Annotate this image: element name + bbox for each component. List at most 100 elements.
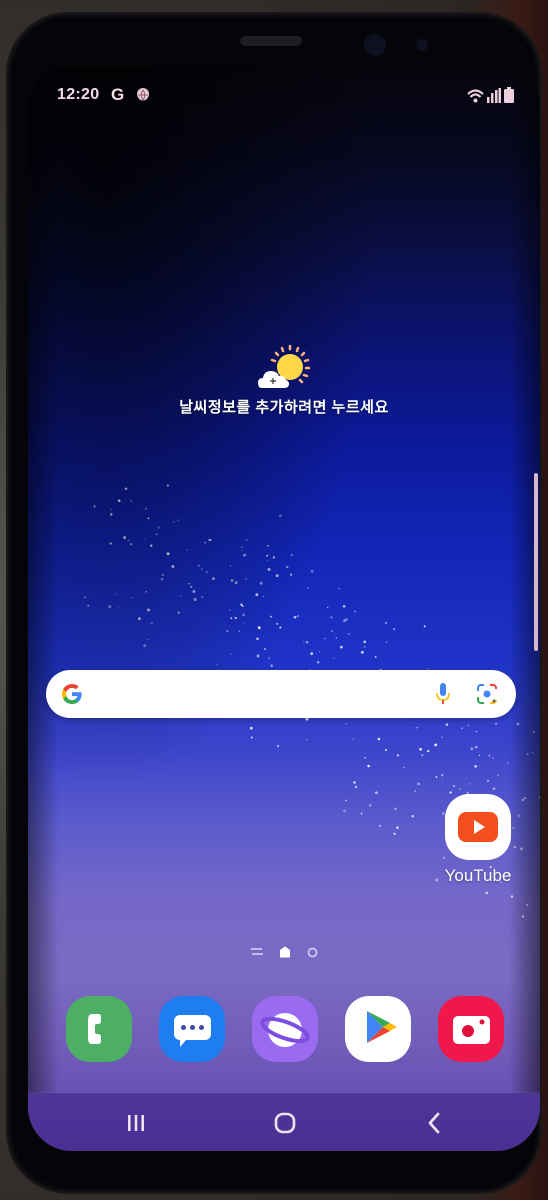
- list-page-indicator-icon[interactable]: [250, 947, 263, 957]
- back-button[interactable]: [414, 1109, 454, 1137]
- wallpaper-star: [272, 556, 275, 559]
- wallpaper-star: [510, 895, 514, 898]
- wallpaper-star: [345, 799, 347, 802]
- wallpaper-star: [324, 637, 326, 640]
- wallpaper-star: [193, 598, 197, 601]
- wallpaper-star: [474, 764, 477, 768]
- weather-widget[interactable]: 날씨정보를 추가하려면 누르세요: [28, 344, 540, 417]
- wallpaper-star: [526, 903, 529, 907]
- wallpaper-star: [160, 577, 164, 581]
- wallpaper-star: [180, 595, 182, 597]
- wallpaper-star: [241, 546, 243, 548]
- wallpaper-star: [277, 745, 280, 748]
- wallpaper-star: [306, 738, 308, 741]
- wallpaper-star: [375, 791, 378, 795]
- wallpaper-star: [516, 722, 520, 726]
- wallpaper-star: [364, 756, 367, 759]
- app-label-youtube: YouTube: [444, 866, 512, 885]
- screen-shading: [28, 66, 540, 1151]
- wallpaper-star: [84, 596, 86, 599]
- wallpaper-star: [230, 579, 234, 582]
- google-lens-icon[interactable]: [476, 683, 498, 705]
- wallpaper-star: [138, 617, 141, 620]
- wallpaper-star: [108, 605, 112, 609]
- wallpaper-star: [343, 809, 346, 813]
- page-dot-indicator-icon[interactable]: [307, 947, 318, 958]
- app-youtube[interactable]: YouTube: [428, 794, 528, 886]
- wallpaper-star: [316, 660, 320, 664]
- wifi-icon: [467, 89, 484, 103]
- wallpaper-star: [177, 611, 180, 614]
- wallpaper-star: [150, 622, 153, 625]
- wallpaper-star: [335, 637, 337, 639]
- wallpaper-star: [369, 804, 372, 807]
- wallpaper-star: [344, 618, 348, 621]
- wallpaper-star: [240, 603, 243, 606]
- wallpaper-star: [289, 554, 292, 557]
- wallpaper-star: [115, 593, 117, 595]
- messages-app-icon[interactable]: [158, 996, 225, 1062]
- wallpaper-star: [470, 747, 474, 751]
- home-page-indicator-icon[interactable]: [279, 946, 291, 958]
- wallpaper-star: [266, 554, 269, 557]
- internet-planet-icon[interactable]: [251, 996, 318, 1062]
- wallpaper-star: [229, 565, 232, 567]
- wallpaper-star: [259, 581, 263, 585]
- earpiece-speaker: [240, 36, 302, 46]
- wallpaper-star: [145, 590, 147, 593]
- wallpaper-star: [262, 595, 265, 597]
- camera-icon[interactable]: [438, 996, 505, 1062]
- globe-icon: [137, 88, 149, 101]
- wallpaper-star: [487, 779, 490, 782]
- wallpaper-star: [264, 648, 266, 650]
- wallpaper-star: [478, 754, 481, 757]
- wallpaper-star: [411, 815, 414, 818]
- wallpaper-star: [507, 762, 509, 764]
- edge-panel-handle[interactable]: [534, 473, 538, 651]
- wallpaper-star: [110, 513, 113, 516]
- wallpaper-star: [270, 664, 274, 668]
- wallpaper-stars: [84, 484, 540, 918]
- wallpaper-star: [110, 508, 113, 511]
- wallpaper-star: [143, 644, 147, 648]
- wallpaper-star: [146, 638, 149, 641]
- wallpaper-star: [130, 543, 133, 546]
- home-button[interactable]: [265, 1109, 305, 1137]
- wallpaper-star: [521, 915, 525, 918]
- phone-app-icon[interactable]: [65, 996, 132, 1062]
- navigation-bar: [28, 1093, 540, 1151]
- wallpaper-star: [427, 750, 430, 753]
- wallpaper-star: [211, 577, 215, 581]
- wallpaper-star: [229, 609, 231, 611]
- wallpaper-star: [270, 615, 272, 618]
- wallpaper-star: [532, 730, 535, 733]
- wallpaper-star: [238, 630, 241, 633]
- wallpaper-star: [249, 726, 253, 730]
- wallpaper-star: [123, 536, 127, 540]
- wallpaper-star: [414, 790, 416, 792]
- wallpaper-star: [415, 727, 417, 729]
- wallpaper-star: [497, 774, 500, 777]
- wallpaper-star: [197, 564, 200, 567]
- wallpaper-star: [333, 657, 335, 659]
- wallpaper-star: [293, 615, 297, 619]
- wallpaper-star: [494, 722, 498, 725]
- wallpaper-star: [190, 585, 193, 588]
- wallpaper-star: [488, 754, 491, 757]
- wallpaper-star: [201, 595, 204, 599]
- wallpaper-star: [279, 514, 282, 518]
- wallpaper-star: [117, 499, 121, 503]
- wallpaper-star: [377, 737, 381, 741]
- wallpaper-star: [331, 629, 334, 632]
- wallpaper-star: [201, 568, 203, 570]
- youtube-icon: [445, 794, 511, 860]
- wallpaper-star: [257, 626, 261, 630]
- wallpaper-star: [441, 773, 444, 777]
- play-store-icon[interactable]: [345, 996, 412, 1062]
- wallpaper-star: [109, 542, 112, 545]
- wallpaper-star: [458, 788, 461, 790]
- wallpaper-star: [352, 738, 354, 740]
- google-search-bar[interactable]: [46, 670, 516, 718]
- recents-button[interactable]: [116, 1109, 156, 1137]
- microphone-icon[interactable]: [434, 682, 452, 706]
